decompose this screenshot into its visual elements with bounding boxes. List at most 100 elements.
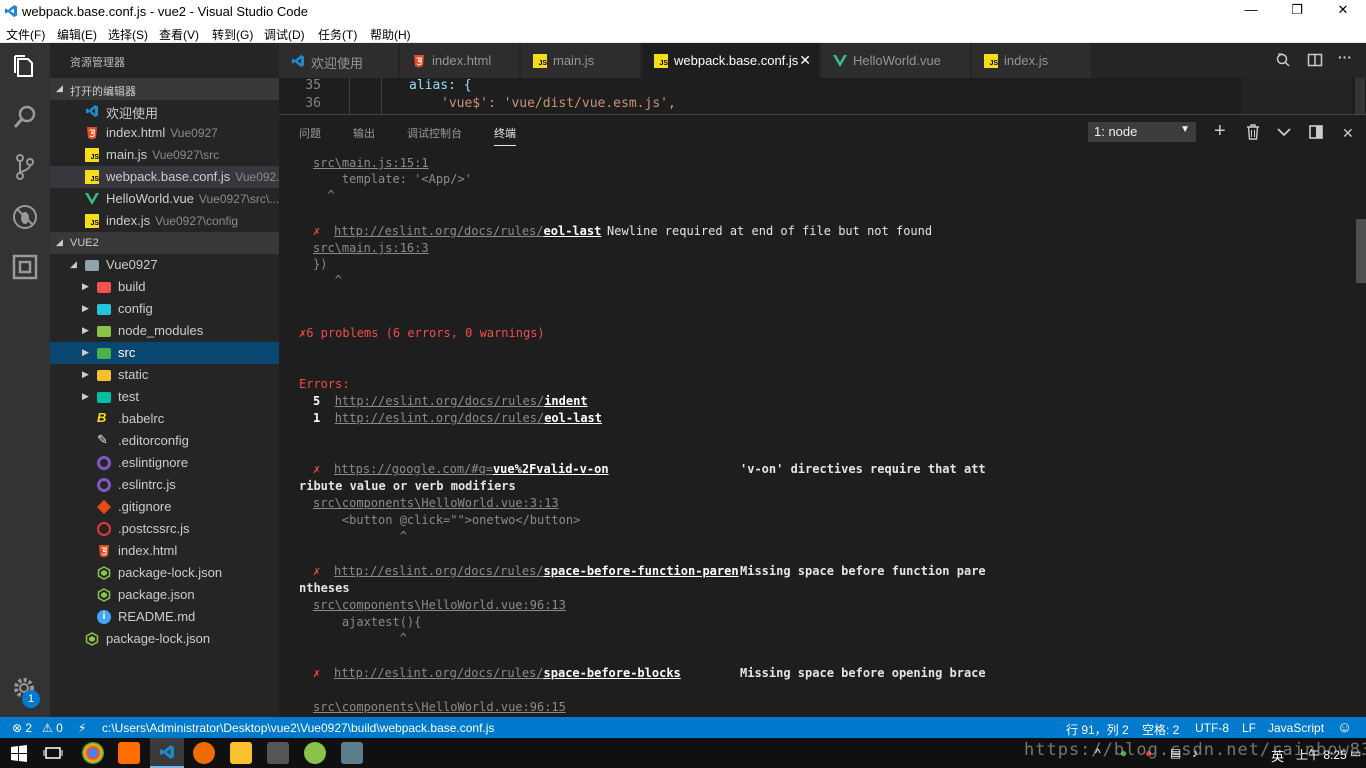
error-location[interactable]: src\main.js:16:3 <box>313 241 429 255</box>
open-editor-welcome[interactable]: 欢迎使用 <box>50 100 279 122</box>
status-errors[interactable]: ⊗ 2 <box>12 721 32 735</box>
debug-icon[interactable] <box>11 203 39 231</box>
minimap[interactable] <box>1242 78 1352 114</box>
tab-helloworld-vue[interactable]: HelloWorld.vue <box>821 43 971 78</box>
restore-button[interactable]: ❐ <box>1274 2 1320 18</box>
tab-close-button[interactable]: ✕ <box>799 52 811 69</box>
trash-icon[interactable] <box>1246 124 1260 140</box>
tree-file-eslintignore[interactable]: .eslintignore <box>50 452 279 474</box>
code-editor[interactable]: 35 alias: { 36 'vue$': 'vue/dist/vue.esm… <box>279 78 1366 114</box>
rule-name[interactable]: space-before-function-paren <box>544 564 739 578</box>
menu-tasks[interactable]: 任务(T) <box>318 26 357 43</box>
terminal-output[interactable]: src\main.js:15:1 template: '<App/>' ^ ✗ … <box>279 152 1366 718</box>
workspace-header[interactable]: ◢ VUE2 <box>50 232 279 254</box>
status-warnings[interactable]: ⚠ 0 <box>42 721 63 735</box>
feedback-smiley-icon[interactable]: ☺ <box>1337 719 1352 736</box>
status-cursor-position[interactable]: 行 91，列 2 <box>1066 721 1129 738</box>
open-editor-helloworld-vue[interactable]: HelloWorld.vue Vue0927\src\... <box>50 188 279 210</box>
error-location[interactable]: src\components\HelloWorld.vue:96:15 <box>313 700 566 714</box>
app-icon[interactable] <box>304 742 326 764</box>
tree-file-gitignore[interactable]: .gitignore <box>50 496 279 518</box>
tree-folder-src[interactable]: ▶ src <box>50 342 279 364</box>
tab-index-html[interactable]: index.html <box>400 43 520 78</box>
status-indentation[interactable]: 空格: 2 <box>1142 721 1179 738</box>
panel-tab-debug-console[interactable]: 调试控制台 <box>407 125 462 141</box>
tree-file-root-package-lock[interactable]: package-lock.json <box>50 628 279 650</box>
panel-tab-terminal[interactable]: 终端 <box>494 125 516 146</box>
sublime-icon[interactable] <box>118 742 140 764</box>
task-view-icon[interactable] <box>42 742 64 764</box>
extensions-icon[interactable] <box>11 253 39 281</box>
chevron-down-icon[interactable] <box>1277 124 1291 140</box>
open-changes-icon[interactable] <box>1275 52 1291 68</box>
rule-name[interactable]: indent <box>544 394 587 408</box>
panel-tab-output[interactable]: 输出 <box>353 125 375 141</box>
tree-folder-build[interactable]: ▶ build <box>50 276 279 298</box>
google-link[interactable]: https://google.com/#q= <box>334 462 493 476</box>
maximize-panel-icon[interactable] <box>1309 124 1323 140</box>
terminal-select[interactable]: 1: node ▼ <box>1088 122 1196 142</box>
tree-folder-static[interactable]: ▶ static <box>50 364 279 386</box>
error-location[interactable]: src\components\HelloWorld.vue:3:13 <box>313 496 559 510</box>
tab-main-js[interactable]: JS main.js <box>521 43 641 78</box>
rule-name[interactable]: vue%2Fvalid-v-on <box>493 462 609 476</box>
open-editor-index-js[interactable]: JS index.js Vue0927\config <box>50 210 279 232</box>
menu-debug[interactable]: 调试(D) <box>264 26 305 43</box>
search-icon[interactable] <box>11 103 39 131</box>
open-editor-webpack-base-conf[interactable]: JS webpack.base.conf.jsVue092... <box>50 166 279 188</box>
more-actions-icon[interactable]: ··· <box>1338 49 1352 65</box>
minimize-button[interactable]: — <box>1228 2 1274 17</box>
close-window-button[interactable]: ✕ <box>1320 2 1366 18</box>
app-icon[interactable] <box>267 742 289 764</box>
eslint-link[interactable]: http://eslint.org/docs/rules/ <box>334 564 544 578</box>
tree-file-babelrc[interactable]: B .babelrc <box>50 408 279 430</box>
new-terminal-button[interactable]: + <box>1214 120 1226 143</box>
tree-file-readme[interactable]: i README.md <box>50 606 279 628</box>
close-panel-button[interactable]: ✕ <box>1342 125 1354 142</box>
tree-folder-config[interactable]: ▶ config <box>50 298 279 320</box>
tree-file-eslintrc[interactable]: .eslintrc.js <box>50 474 279 496</box>
status-eol[interactable]: LF <box>1242 721 1256 735</box>
terminal-line[interactable]: src\main.js:15:1 <box>313 156 429 170</box>
tab-index-js[interactable]: JS index.js <box>972 43 1092 78</box>
tree-file-index-html[interactable]: index.html <box>50 540 279 562</box>
menu-view[interactable]: 查看(V) <box>159 26 199 43</box>
open-editor-index-html[interactable]: index.html Vue0927 <box>50 122 279 144</box>
windows-start-icon[interactable] <box>8 742 30 764</box>
tab-webpack-base-conf[interactable]: JS webpack.base.conf.js ✕ <box>642 43 820 78</box>
rule-name[interactable]: eol-last <box>544 224 602 238</box>
tree-folder-node-modules[interactable]: ▶ node_modules <box>50 320 279 342</box>
eslint-link[interactable]: http://eslint.org/docs/rules/ <box>335 394 545 408</box>
rule-name[interactable]: space-before-blocks <box>544 666 681 680</box>
tab-welcome[interactable]: 欢迎使用 <box>279 43 399 78</box>
chrome-icon[interactable] <box>82 742 104 764</box>
taskbar-vscode-active[interactable] <box>150 738 184 768</box>
tree-file-package-lock-json[interactable]: package-lock.json <box>50 562 279 584</box>
rule-name[interactable]: eol-last <box>544 411 602 425</box>
open-editors-header[interactable]: ◢ 打开的编辑器 <box>50 78 279 100</box>
eslint-link[interactable]: http://eslint.org/docs/rules/ <box>335 411 545 425</box>
error-location[interactable]: src\components\HelloWorld.vue:96:13 <box>313 598 566 612</box>
file-explorer-icon[interactable] <box>230 742 252 764</box>
open-editor-main-js[interactable]: JS main.js Vue0927\src <box>50 144 279 166</box>
source-control-icon[interactable] <box>11 153 39 181</box>
tree-folder-vue0927[interactable]: ◢ Vue0927 <box>50 254 279 276</box>
explorer-icon[interactable] <box>11 53 39 81</box>
terminal-scrollbar-thumb[interactable] <box>1356 219 1366 283</box>
menu-file[interactable]: 文件(F) <box>6 26 45 43</box>
menu-help[interactable]: 帮助(H) <box>370 26 411 43</box>
menu-edit[interactable]: 编辑(E) <box>57 26 97 43</box>
eslint-link[interactable]: http://eslint.org/docs/rules/ <box>334 666 544 680</box>
app-icon[interactable] <box>193 742 215 764</box>
panel-tab-problems[interactable]: 问题 <box>299 125 321 141</box>
tree-file-editorconfig[interactable]: ✎ .editorconfig <box>50 430 279 452</box>
tree-file-package-json[interactable]: package.json <box>50 584 279 606</box>
lightning-icon[interactable]: ⚡ <box>78 721 86 735</box>
menu-selection[interactable]: 选择(S) <box>108 26 148 43</box>
tree-folder-test[interactable]: ▶ test <box>50 386 279 408</box>
tree-file-postcssrc[interactable]: .postcssrc.js <box>50 518 279 540</box>
app-icon[interactable] <box>341 742 363 764</box>
status-language[interactable]: JavaScript <box>1268 721 1324 735</box>
status-encoding[interactable]: UTF-8 <box>1195 721 1229 735</box>
eslint-link[interactable]: http://eslint.org/docs/rules/ <box>334 224 544 238</box>
